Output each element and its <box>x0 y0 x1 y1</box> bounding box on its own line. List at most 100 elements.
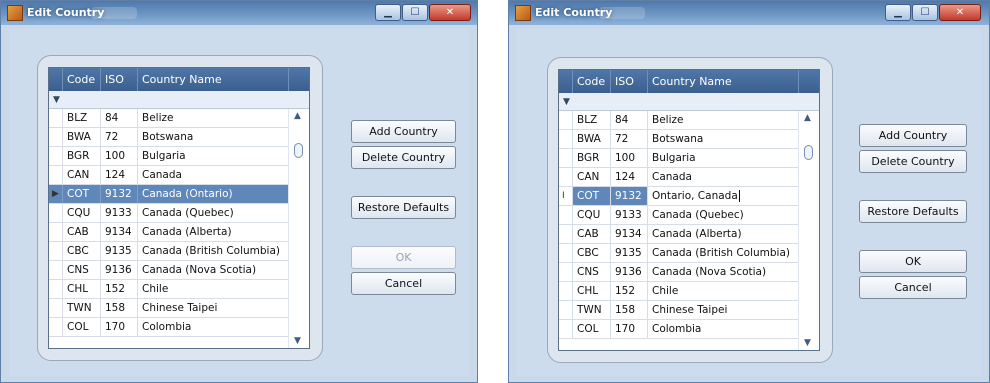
code-cell[interactable]: CBC <box>63 242 101 260</box>
column-header-code[interactable]: Code <box>573 70 611 93</box>
country-name-cell[interactable]: Canada <box>648 168 799 186</box>
table-row[interactable]: I COT 9132 Ontario, Canada <box>559 187 799 206</box>
country-name-cell[interactable]: Chinese Taipei <box>648 301 799 319</box>
cancel-button[interactable]: Cancel <box>351 272 456 295</box>
code-cell[interactable]: COL <box>63 318 101 336</box>
vertical-scrollbar[interactable]: ▲ ▼ <box>798 111 819 350</box>
table-row[interactable]: COL 170 Colombia <box>559 320 799 339</box>
iso-cell[interactable]: 9134 <box>611 225 648 243</box>
iso-cell[interactable]: 9134 <box>101 223 138 241</box>
code-cell[interactable]: CNS <box>573 263 611 281</box>
code-cell[interactable]: CAN <box>573 168 611 186</box>
code-cell[interactable]: CAB <box>573 225 611 243</box>
table-row[interactable]: CQU 9133 Canada (Quebec) <box>559 206 799 225</box>
code-cell[interactable]: CHL <box>63 280 101 298</box>
iso-cell[interactable]: 170 <box>101 318 138 336</box>
iso-cell[interactable]: 170 <box>611 320 648 338</box>
close-icon[interactable]: ✕ <box>939 4 981 21</box>
iso-cell[interactable]: 72 <box>101 128 138 146</box>
minimize-icon[interactable]: ▁ <box>375 4 401 21</box>
iso-cell[interactable]: 84 <box>611 111 648 129</box>
code-cell[interactable]: CBC <box>573 244 611 262</box>
code-cell[interactable]: BGR <box>573 149 611 167</box>
table-row[interactable]: CHL 152 Chile <box>559 282 799 301</box>
iso-cell[interactable]: 9132 <box>611 187 648 205</box>
add-country-button[interactable]: Add Country <box>351 120 456 143</box>
country-name-cell[interactable]: Canada (Quebec) <box>648 206 799 224</box>
table-row[interactable]: CBC 9135 Canada (British Columbia) <box>559 244 799 263</box>
delete-country-button[interactable]: Delete Country <box>859 150 967 173</box>
iso-cell[interactable]: 158 <box>101 299 138 317</box>
iso-cell[interactable]: 100 <box>101 147 138 165</box>
country-name-cell[interactable]: Bulgaria <box>648 149 799 167</box>
code-cell[interactable]: BWA <box>573 130 611 148</box>
scrollbar-thumb[interactable] <box>804 145 813 160</box>
table-row[interactable]: CNS 9136 Canada (Nova Scotia) <box>49 261 289 280</box>
code-cell[interactable]: CQU <box>573 206 611 224</box>
maximize-icon[interactable]: ☐ <box>402 4 428 21</box>
code-cell[interactable]: TWN <box>63 299 101 317</box>
ok-button[interactable]: OK <box>859 250 967 273</box>
table-row[interactable]: BGR 100 Bulgaria <box>49 147 289 166</box>
restore-defaults-button[interactable]: Restore Defaults <box>351 196 456 219</box>
table-row[interactable]: CQU 9133 Canada (Quebec) <box>49 204 289 223</box>
country-name-cell[interactable]: Canada <box>138 166 289 184</box>
table-row[interactable]: TWN 158 Chinese Taipei <box>559 301 799 320</box>
table-row[interactable]: BGR 100 Bulgaria <box>559 149 799 168</box>
country-name-cell[interactable]: Canada (Alberta) <box>138 223 289 241</box>
iso-cell[interactable]: 124 <box>611 168 648 186</box>
delete-country-button[interactable]: Delete Country <box>351 146 456 169</box>
iso-cell[interactable]: 152 <box>101 280 138 298</box>
country-name-cell[interactable]: Botswana <box>138 128 289 146</box>
iso-cell[interactable]: 158 <box>611 301 648 319</box>
vertical-scrollbar[interactable]: ▲ ▼ <box>288 109 309 348</box>
column-header-country-name[interactable]: Country Name <box>138 68 289 91</box>
scrollbar-thumb[interactable] <box>294 143 303 158</box>
code-cell[interactable]: COT <box>573 187 611 205</box>
country-name-cell[interactable]: Colombia <box>138 318 289 336</box>
country-name-cell[interactable]: Botswana <box>648 130 799 148</box>
table-row[interactable]: CAB 9134 Canada (Alberta) <box>49 223 289 242</box>
column-header-country-name[interactable]: Country Name <box>648 70 799 93</box>
filter-icon[interactable]: ▼ <box>563 97 570 107</box>
code-cell[interactable]: CQU <box>63 204 101 222</box>
iso-cell[interactable]: 72 <box>611 130 648 148</box>
minimize-icon[interactable]: ▁ <box>885 4 911 21</box>
title-bar[interactable]: Edit Country ▁ ☐ ✕ <box>1 1 477 25</box>
iso-cell[interactable]: 9133 <box>101 204 138 222</box>
country-name-cell[interactable]: Colombia <box>648 320 799 338</box>
country-name-cell[interactable]: Canada (Nova Scotia) <box>138 261 289 279</box>
country-name-cell[interactable]: Canada (British Columbia) <box>138 242 289 260</box>
chevron-up-icon[interactable]: ▲ <box>804 113 811 123</box>
code-cell[interactable]: BWA <box>63 128 101 146</box>
country-name-cell[interactable]: Canada (Ontario) <box>138 185 289 203</box>
code-cell[interactable]: COL <box>573 320 611 338</box>
iso-cell[interactable]: 9132 <box>101 185 138 203</box>
table-row[interactable]: BLZ 84 Belize <box>559 111 799 130</box>
iso-cell[interactable]: 9136 <box>101 261 138 279</box>
table-row[interactable]: CAN 124 Canada <box>559 168 799 187</box>
code-cell[interactable]: BLZ <box>573 111 611 129</box>
table-row[interactable]: CBC 9135 Canada (British Columbia) <box>49 242 289 261</box>
iso-cell[interactable]: 84 <box>101 109 138 127</box>
filter-icon[interactable]: ▼ <box>53 95 60 105</box>
country-name-cell[interactable]: Belize <box>138 109 289 127</box>
add-country-button[interactable]: Add Country <box>859 124 967 147</box>
country-name-cell[interactable]: Canada (British Columbia) <box>648 244 799 262</box>
country-name-cell[interactable]: Ontario, Canada <box>648 187 799 205</box>
code-cell[interactable]: CAN <box>63 166 101 184</box>
country-name-cell[interactable]: Canada (Alberta) <box>648 225 799 243</box>
iso-cell[interactable]: 152 <box>611 282 648 300</box>
table-row[interactable]: COL 170 Colombia <box>49 318 289 337</box>
code-cell[interactable]: CNS <box>63 261 101 279</box>
filter-row[interactable]: ▼ <box>49 91 309 109</box>
table-row[interactable]: CHL 152 Chile <box>49 280 289 299</box>
iso-cell[interactable]: 124 <box>101 166 138 184</box>
country-name-cell[interactable]: Chinese Taipei <box>138 299 289 317</box>
filter-row[interactable]: ▼ <box>559 93 819 111</box>
country-grid[interactable]: Code ISO Country Name ▼ BLZ 84 Belize BWA 72… <box>48 67 310 349</box>
country-name-cell[interactable]: Chile <box>138 280 289 298</box>
chevron-up-icon[interactable]: ▲ <box>294 111 301 121</box>
country-name-cell[interactable]: Canada (Nova Scotia) <box>648 263 799 281</box>
table-row[interactable]: CAN 124 Canada <box>49 166 289 185</box>
